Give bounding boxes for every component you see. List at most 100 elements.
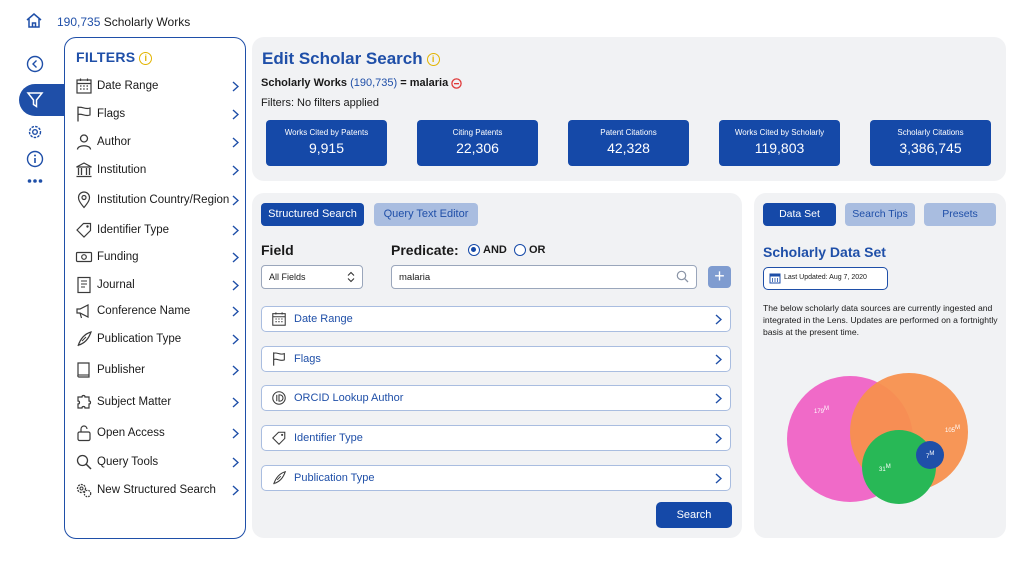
filter-item-label: Author (97, 136, 131, 148)
home-icon[interactable] (25, 12, 43, 29)
tab-presets[interactable]: Presets (924, 203, 996, 226)
filter-item-label: Journal (97, 279, 135, 291)
filter-icon[interactable] (26, 91, 44, 109)
filter-item[interactable]: Funding (65, 245, 245, 271)
and-radio-label: AND (483, 244, 507, 256)
flag-icon (271, 351, 287, 367)
gear-icon[interactable] (26, 123, 44, 141)
chevron-right-icon (232, 428, 239, 439)
data-set-panel: Data Set Search Tips Presets Scholarly D… (754, 193, 1006, 538)
query-summary: Scholarly Works (190,735) = malaria (261, 77, 463, 89)
book-icon (75, 361, 93, 379)
filter-item[interactable]: Date Range (65, 74, 245, 100)
info-icon[interactable]: i (426, 53, 440, 67)
filter-item[interactable]: Query Tools (65, 450, 245, 476)
building-icon (75, 161, 93, 179)
search-button[interactable]: Search (656, 502, 732, 528)
chevron-right-icon (715, 433, 722, 444)
info-icon[interactable]: i (139, 51, 153, 65)
filter-item-label: Publisher (97, 364, 145, 376)
calendar-icon (769, 272, 781, 284)
result-count: 190,735 Scholarly Works (57, 15, 190, 29)
more-dots-icon[interactable] (26, 172, 44, 190)
search-row[interactable]: Identifier Type (261, 425, 731, 451)
chevron-right-icon (232, 365, 239, 376)
chevron-right-icon (232, 397, 239, 408)
or-radio[interactable] (514, 244, 526, 256)
filter-item-label: Institution (97, 164, 147, 176)
filter-item[interactable]: Publication Type (65, 327, 245, 353)
info-icon[interactable] (26, 150, 44, 168)
field-select[interactable]: All Fields (261, 265, 363, 289)
stat-card[interactable]: Works Cited by Scholarly 119,803 (719, 120, 840, 166)
stat-card[interactable]: Citing Patents 22,306 (417, 120, 538, 166)
filters-panel: FILTERS i Date Range Flags Author Institutio… (64, 37, 246, 539)
chevron-right-icon (232, 109, 239, 120)
tab-structured-search[interactable]: Structured Search (261, 203, 364, 226)
map-pin-icon (75, 191, 93, 209)
filter-item[interactable]: Institution Country/Region (65, 188, 245, 214)
quill-icon (271, 470, 287, 486)
stat-value: 42,328 (607, 140, 650, 156)
filter-item[interactable]: Identifier Type (65, 218, 245, 244)
chevron-right-icon (232, 252, 239, 263)
chevron-right-icon (232, 165, 239, 176)
search-row[interactable]: ORCID Lookup Author (261, 385, 731, 411)
stat-card[interactable]: Works Cited by Patents 9,915 (266, 120, 387, 166)
chevron-right-icon (232, 485, 239, 496)
filter-item-label: Flags (97, 108, 126, 120)
filter-item[interactable]: Publisher (65, 358, 245, 384)
chevron-right-icon (232, 225, 239, 236)
search-icon[interactable] (676, 270, 689, 283)
filter-item[interactable]: Flags (65, 102, 245, 128)
chevron-right-icon (715, 354, 722, 365)
filter-item[interactable]: Institution (65, 158, 245, 184)
filter-item[interactable]: Journal (65, 273, 245, 299)
person-icon (75, 133, 93, 151)
select-arrows-icon (347, 271, 355, 283)
megaphone-icon (75, 302, 93, 320)
filter-item-label: Funding (97, 251, 139, 263)
search-row-label: ORCID Lookup Author (294, 392, 404, 404)
filter-item[interactable]: Open Access (65, 421, 245, 447)
tab-search-tips[interactable]: Search Tips (845, 203, 915, 226)
chevron-right-icon (232, 195, 239, 206)
filter-item[interactable]: New Structured Search (65, 478, 245, 504)
stat-label: Works Cited by Patents (284, 128, 369, 137)
filters-title-text: FILTERS (76, 49, 136, 65)
back-arrow-icon[interactable] (26, 55, 44, 73)
search-row-label: Identifier Type (294, 432, 363, 444)
quill-icon (75, 330, 93, 348)
search-row-label: Flags (294, 353, 321, 365)
and-radio[interactable] (468, 244, 480, 256)
tab-query-text-editor[interactable]: Query Text Editor (374, 203, 478, 226)
filter-item-label: Institution Country/Region (97, 194, 230, 206)
query-input[interactable] (391, 265, 697, 289)
search-row[interactable]: Publication Type (261, 465, 731, 491)
chevron-right-icon (232, 280, 239, 291)
stat-card[interactable]: Patent Citations 42,328 (568, 120, 689, 166)
edit-search-panel: Edit Scholar Search i Scholarly Works (19… (252, 37, 1006, 181)
tab-data-set[interactable]: Data Set (763, 203, 836, 226)
filters-summary: Filters: No filters applied (261, 97, 379, 109)
search-row[interactable]: Date Range (261, 306, 731, 332)
calendar-icon (75, 77, 93, 95)
search-row[interactable]: Flags (261, 346, 731, 372)
filter-item-label: Publication Type (97, 333, 182, 345)
venn-unit: M (886, 464, 891, 470)
stat-label: Citing Patents (452, 128, 503, 137)
remove-query-icon[interactable] (451, 77, 463, 89)
filter-item[interactable]: Conference Name (65, 299, 245, 325)
add-field-button[interactable]: + (708, 266, 731, 288)
query-term: = malaria (400, 77, 449, 89)
stat-label: Scholarly Citations (897, 128, 964, 137)
filters-title: FILTERS i (76, 49, 153, 65)
magnifier-icon (75, 453, 93, 471)
orcid-icon (271, 390, 287, 406)
filter-item[interactable]: Author (65, 130, 245, 156)
search-row-label: Publication Type (294, 472, 375, 484)
stat-card[interactable]: Scholarly Citations 3,386,745 (870, 120, 991, 166)
chevron-right-icon (715, 393, 722, 404)
filter-item[interactable]: Subject Matter (65, 390, 245, 416)
structured-search-panel: Structured Search Query Text Editor Fiel… (252, 193, 742, 538)
